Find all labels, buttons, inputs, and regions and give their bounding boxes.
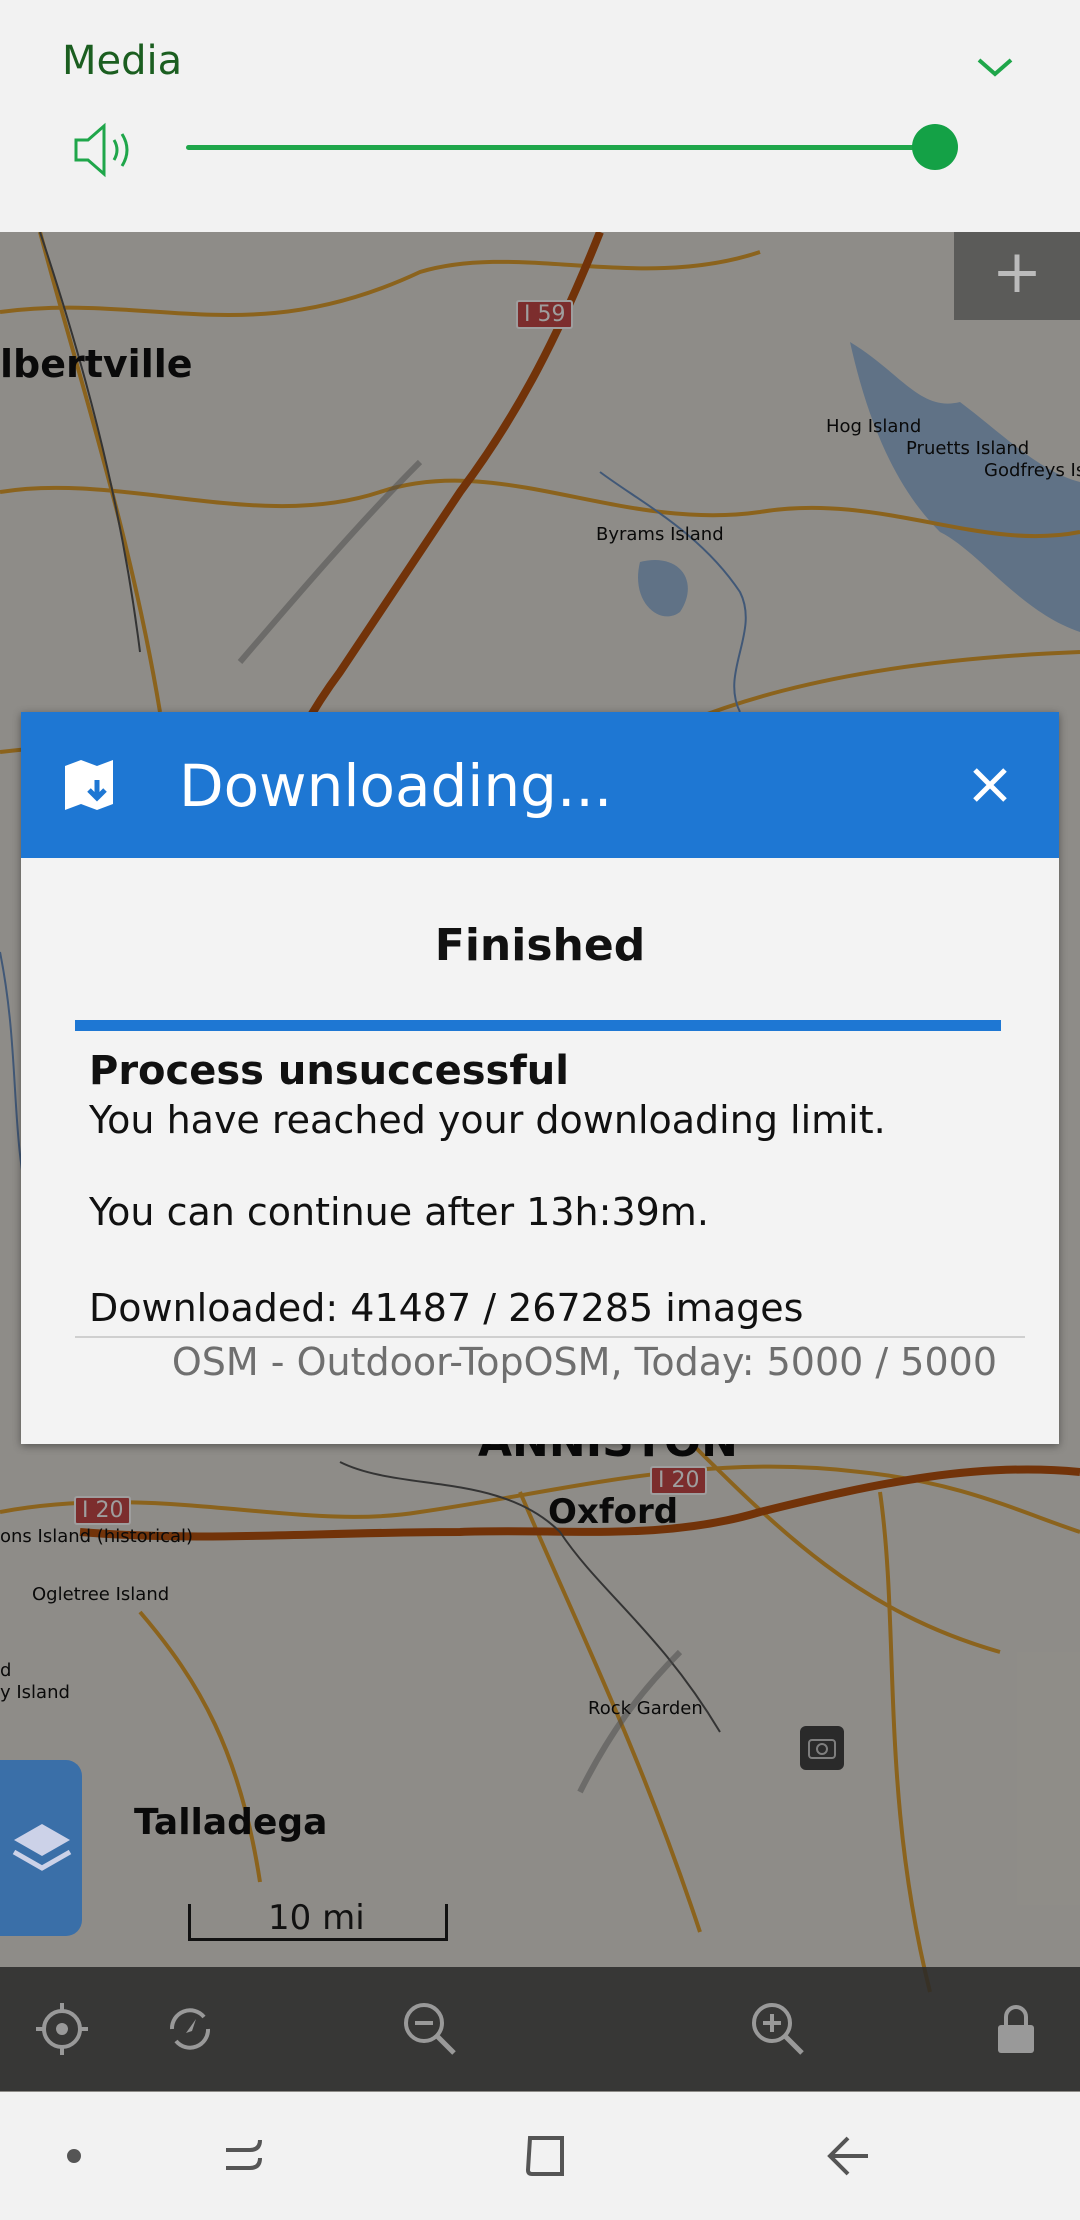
zoom-in-button-top[interactable]: + xyxy=(954,232,1080,320)
back-icon[interactable] xyxy=(818,2126,878,2186)
dot-icon[interactable] xyxy=(44,2126,104,2186)
home-icon[interactable] xyxy=(516,2126,576,2186)
volume-slider-thumb[interactable] xyxy=(912,124,958,170)
chevron-down-icon[interactable] xyxy=(975,52,1015,82)
dialog-header: Downloading... xyxy=(21,712,1059,858)
result-title: Process unsuccessful xyxy=(89,1048,569,1094)
result-message: You have reached your downloading limit. xyxy=(89,1098,886,1142)
source-limit-text: OSM - Outdoor-TopOSM, Today: 5000 / 5000 xyxy=(171,1340,997,1384)
lock-icon[interactable] xyxy=(984,1997,1048,2061)
close-icon[interactable] xyxy=(967,762,1013,808)
progress-bar xyxy=(75,1020,1001,1031)
dialog-title: Downloading... xyxy=(179,752,613,820)
map-toolbar xyxy=(0,1967,1080,2091)
continue-message: You can continue after 13h:39m. xyxy=(89,1190,709,1234)
my-location-icon[interactable] xyxy=(30,1997,94,2061)
rotate-icon[interactable] xyxy=(158,1997,222,2061)
divider xyxy=(75,1336,1025,1338)
system-nav-bar xyxy=(0,2092,1080,2220)
speaker-icon[interactable] xyxy=(72,120,142,180)
layers-button[interactable] xyxy=(0,1760,82,1936)
volume-panel: Media xyxy=(0,0,1080,232)
scale-label: 10 mi xyxy=(268,1898,365,1938)
zoom-in-icon[interactable] xyxy=(746,1997,810,2061)
downloaded-count: Downloaded: 41487 / 267285 images xyxy=(89,1286,804,1330)
map-download-icon xyxy=(61,756,123,818)
volume-slider-track[interactable] xyxy=(186,145,934,150)
status-title: Finished xyxy=(434,920,646,971)
recents-icon[interactable] xyxy=(214,2126,274,2186)
zoom-out-icon[interactable] xyxy=(398,1997,462,2061)
volume-title: Media xyxy=(62,38,183,84)
download-dialog: Downloading... Finished Process unsucces… xyxy=(21,712,1059,1444)
